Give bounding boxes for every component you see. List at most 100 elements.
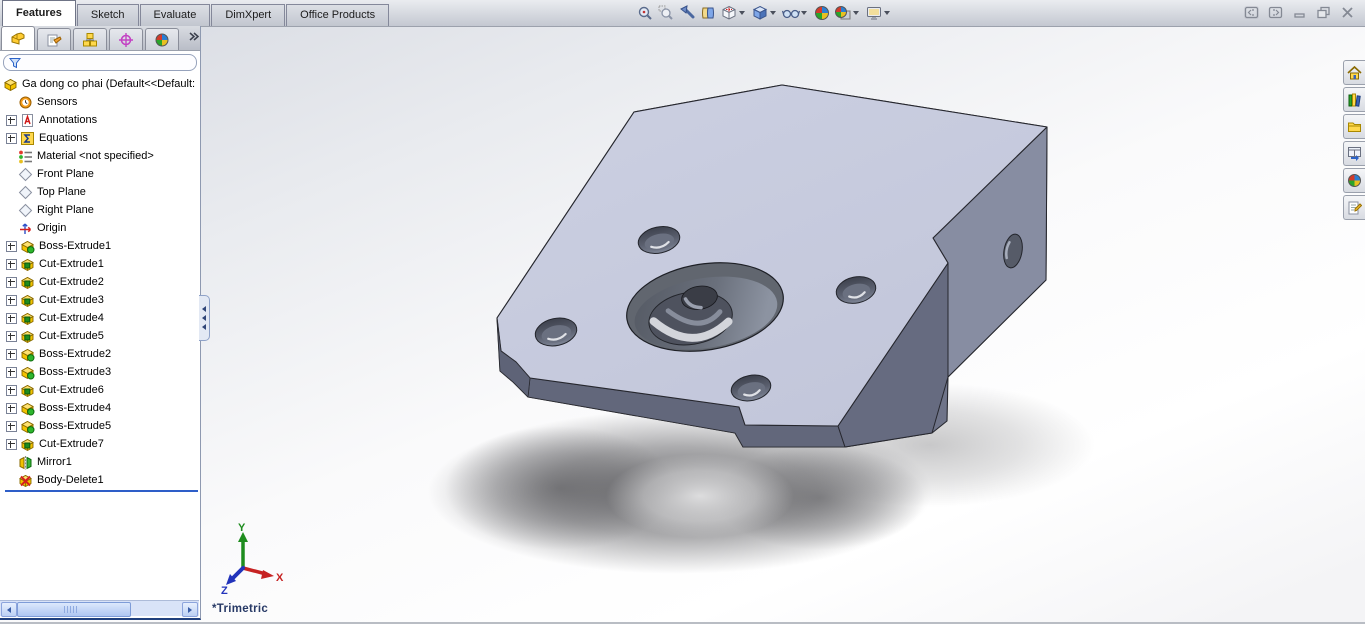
tree-item[interactable]: Cut-Extrude3 bbox=[3, 291, 200, 309]
tree-item[interactable]: Sensors bbox=[3, 93, 200, 111]
tree-filter-box[interactable] bbox=[3, 54, 197, 71]
tree-item[interactable]: Body-Delete1 bbox=[3, 471, 200, 489]
collapse-left-pane-icon[interactable] bbox=[1243, 5, 1259, 20]
view-settings-dropdown[interactable] bbox=[884, 11, 890, 15]
tree-item[interactable]: Cut-Extrude7 bbox=[3, 435, 200, 453]
scrollbar-thumb[interactable] bbox=[17, 602, 131, 617]
tree-item[interactable]: Cut-Extrude6 bbox=[3, 381, 200, 399]
file-explorer-icon[interactable] bbox=[1343, 114, 1365, 139]
view-orientation-dropdown[interactable] bbox=[739, 11, 745, 15]
tree-item[interactable]: Boss-Extrude3 bbox=[3, 363, 200, 381]
tree-item[interactable]: Equations bbox=[3, 129, 200, 147]
design-library-icon[interactable] bbox=[1343, 87, 1365, 112]
minimize-icon[interactable] bbox=[1291, 5, 1307, 20]
configurationmanager-tab[interactable] bbox=[73, 28, 107, 50]
hide-show-items-icon[interactable] bbox=[780, 3, 801, 23]
tab-features[interactable]: Features bbox=[2, 0, 76, 26]
expand-plus-icon[interactable] bbox=[6, 276, 17, 288]
boss-icon bbox=[21, 366, 35, 380]
edit-appearance-icon[interactable] bbox=[811, 3, 832, 23]
displaymanager-tab[interactable] bbox=[145, 28, 179, 50]
expand-plus-icon[interactable] bbox=[6, 384, 17, 396]
sensors-icon bbox=[19, 96, 32, 108]
tree-item-label: Sensors bbox=[37, 96, 78, 108]
panel-horizontal-scrollbar[interactable] bbox=[0, 600, 199, 617]
scroll-right-button[interactable] bbox=[182, 602, 198, 617]
expand-plus-icon[interactable] bbox=[6, 420, 17, 432]
apply-scene-icon[interactable] bbox=[832, 3, 853, 23]
tree-item-label: Front Plane bbox=[37, 168, 94, 180]
display-style-icon[interactable] bbox=[749, 3, 770, 23]
tree-item[interactable]: Cut-Extrude1 bbox=[3, 255, 200, 273]
zoom-to-fit-icon[interactable] bbox=[634, 3, 655, 23]
tree-item[interactable]: Cut-Extrude5 bbox=[3, 327, 200, 345]
section-view-icon[interactable] bbox=[697, 3, 718, 23]
solidworks-resources-home-icon[interactable] bbox=[1343, 60, 1365, 85]
expand-plus-icon[interactable] bbox=[6, 438, 17, 450]
tree-root-item[interactable]: Ga dong co phai (Default<<Default: bbox=[3, 75, 200, 93]
propertymanager-tab[interactable] bbox=[37, 28, 71, 50]
restore-icon[interactable] bbox=[1315, 5, 1331, 20]
panel-collapse-handle[interactable] bbox=[199, 295, 210, 341]
scroll-left-button[interactable] bbox=[1, 602, 17, 617]
expand-plus-icon[interactable] bbox=[6, 132, 17, 144]
expand-plus-icon[interactable] bbox=[6, 240, 17, 252]
dimxpertmanager-tab[interactable] bbox=[109, 28, 143, 50]
expand-plus-icon[interactable] bbox=[6, 312, 17, 324]
tree-item[interactable]: Boss-Extrude5 bbox=[3, 417, 200, 435]
view-orientation-label: *Trimetric bbox=[212, 603, 269, 615]
collapse-right-pane-icon[interactable] bbox=[1267, 5, 1283, 20]
expand-plus-icon[interactable] bbox=[6, 366, 17, 378]
view-orientation-icon[interactable] bbox=[718, 3, 739, 23]
appearances-scenes-icon[interactable] bbox=[1343, 168, 1365, 193]
zoom-to-area-icon[interactable] bbox=[655, 3, 676, 23]
feature-manager-panel: Ga dong co phai (Default<<Default: Senso… bbox=[0, 26, 201, 620]
tree-item[interactable]: Origin bbox=[3, 219, 200, 237]
tree-item-label: Annotations bbox=[39, 114, 98, 126]
tree-item[interactable]: Top Plane bbox=[3, 183, 200, 201]
rollback-bar[interactable] bbox=[5, 490, 198, 492]
featuremanager-tree-tab[interactable] bbox=[1, 26, 35, 50]
view-palette-icon[interactable] bbox=[1343, 141, 1365, 166]
filter-funnel-icon bbox=[9, 57, 21, 68]
view-settings-icon[interactable] bbox=[863, 3, 884, 23]
tree-item[interactable]: Boss-Extrude4 bbox=[3, 399, 200, 417]
tree-item-label: Top Plane bbox=[37, 186, 86, 198]
expand-plus-icon[interactable] bbox=[6, 330, 17, 342]
tree-item[interactable]: Boss-Extrude2 bbox=[3, 345, 200, 363]
expand-plus-icon[interactable] bbox=[6, 348, 17, 360]
hide-show-items-dropdown[interactable] bbox=[801, 11, 807, 15]
custom-properties-icon[interactable] bbox=[1343, 195, 1365, 220]
previous-view-icon[interactable] bbox=[676, 3, 697, 23]
tree-item-label: Material <not specified> bbox=[37, 150, 154, 162]
tree-item[interactable]: Cut-Extrude2 bbox=[3, 273, 200, 291]
tab-sketch[interactable]: Sketch bbox=[76, 4, 139, 26]
tree-item[interactable]: Boss-Extrude1 bbox=[3, 237, 200, 255]
apply-scene-dropdown[interactable] bbox=[853, 11, 859, 15]
fm-tabs-overflow-chevron-icon[interactable] bbox=[188, 28, 200, 46]
task-pane bbox=[1343, 60, 1365, 220]
solidworks-window: Y X Z Features Sketch Evaluate DimXpert … bbox=[0, 0, 1365, 624]
expand-plus-icon[interactable] bbox=[6, 114, 17, 126]
triad-y-label: Y bbox=[238, 522, 246, 534]
tree-item[interactable]: Mirror1 bbox=[3, 453, 200, 471]
close-icon[interactable] bbox=[1339, 5, 1355, 20]
tab-evaluate[interactable]: Evaluate bbox=[139, 4, 211, 26]
expand-plus-icon[interactable] bbox=[6, 258, 17, 270]
feature-manager-tabs bbox=[0, 26, 200, 51]
expand-plus-icon[interactable] bbox=[6, 402, 17, 414]
cut-icon bbox=[21, 384, 34, 397]
expand-plus-icon[interactable] bbox=[6, 294, 17, 306]
tree-item[interactable]: Material <not specified> bbox=[3, 147, 200, 165]
tree-item[interactable]: Front Plane bbox=[3, 165, 200, 183]
tab-dimxpert[interactable]: DimXpert bbox=[211, 4, 286, 26]
cut-icon bbox=[21, 294, 34, 307]
tab-office-products[interactable]: Office Products bbox=[286, 4, 390, 26]
tree-item[interactable]: Right Plane bbox=[3, 201, 200, 219]
display-style-dropdown[interactable] bbox=[770, 11, 776, 15]
tree-item-label: Right Plane bbox=[37, 204, 94, 216]
material-icon bbox=[19, 150, 32, 163]
tree-item[interactable]: Annotations bbox=[3, 111, 200, 129]
tree-item-label: Boss-Extrude1 bbox=[39, 240, 112, 252]
tree-item[interactable]: Cut-Extrude4 bbox=[3, 309, 200, 327]
